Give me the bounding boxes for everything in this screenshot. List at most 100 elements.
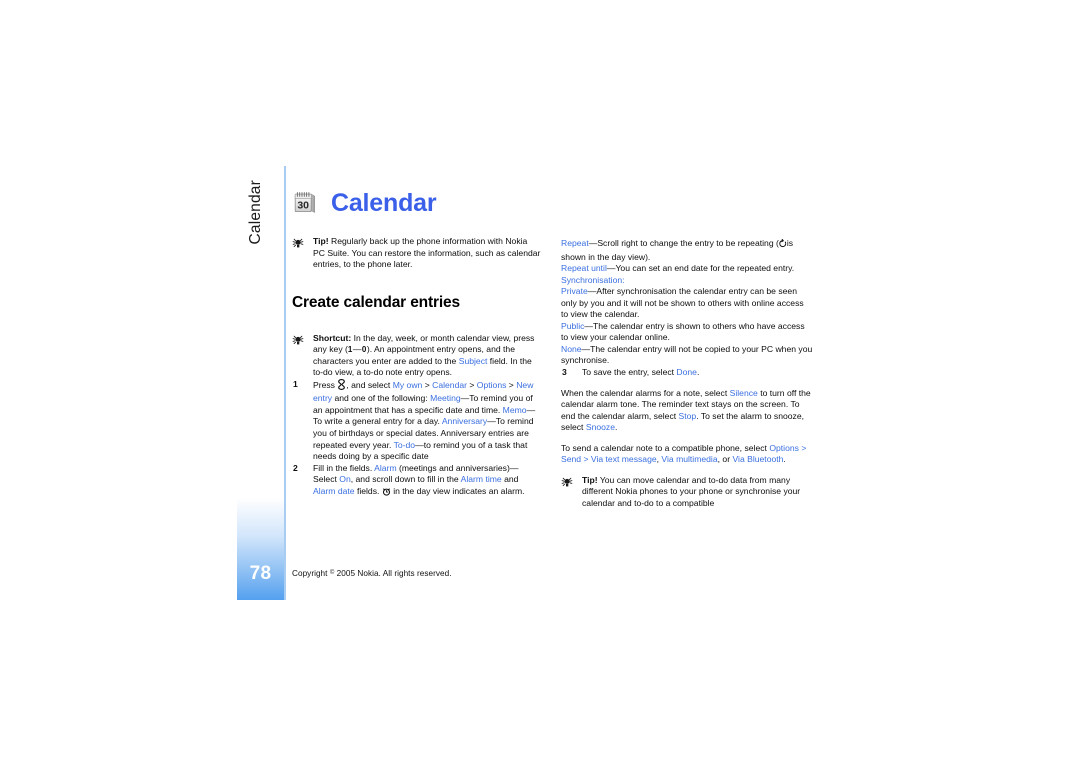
manual-page: Calendar 78 Copyright © 2005 Nokia. All … [0, 0, 1080, 763]
link-via-text-message[interactable]: Via text message [591, 454, 657, 464]
term-todo[interactable]: To-do [394, 440, 416, 450]
field-public: Public—The calendar entry is shown to ot… [561, 321, 813, 344]
step-3-part2: . [696, 367, 700, 378]
tip-text-bottom: You can move calendar and to-do data fro… [582, 474, 801, 508]
page-title-row: 30 Calendar [292, 188, 437, 217]
left-column: Tip! Regularly back up the phone informa… [292, 236, 541, 499]
tip-bulb-icon-bottom [561, 476, 574, 488]
nav-sep-2: > [466, 379, 477, 390]
page-title: Calendar [331, 188, 437, 217]
term-none[interactable]: None [561, 344, 582, 354]
link-my-own[interactable]: My own [393, 380, 423, 390]
step-1-tail: and one of the following: [332, 393, 428, 404]
link-send[interactable]: Send [561, 454, 581, 464]
term-memo[interactable]: Memo [503, 405, 527, 415]
column-divider-rule [284, 166, 286, 600]
link-snooze[interactable]: Snooze [586, 422, 615, 432]
step-1-after-key: , and select [346, 379, 393, 390]
alarm-behaviour-paragraph: When the calendar alarms for a note, sel… [561, 388, 813, 434]
link-stop[interactable]: Stop [679, 411, 697, 421]
alarm-after: , and scroll down to fill in the [350, 474, 461, 485]
dash-public: — [584, 320, 593, 331]
link-via-multimedia[interactable]: Via multimedia [661, 454, 717, 464]
term-repeat-until[interactable]: Repeat until [561, 263, 607, 273]
step-1-intro: Press [313, 379, 335, 390]
copyright-notice: Copyright © 2005 Nokia. All rights reser… [292, 569, 452, 578]
link-calendar[interactable]: Calendar [432, 380, 467, 390]
dash-memo: — [526, 404, 536, 415]
repeat-part1: Scroll right to change the entry to be r… [597, 238, 779, 248]
send-sep-2: > [581, 454, 591, 465]
alarm-para-part1: When the calendar alarms for a note, sel… [561, 387, 730, 398]
tip-block-bottom: Tip! You can move calendar and to-do dat… [561, 475, 813, 510]
step-2-text: Fill in the fields. [313, 462, 373, 473]
link-alarm-time[interactable]: Alarm time [461, 474, 502, 484]
nav-sep-3: > [506, 379, 517, 390]
desc-repeat-until: You can set an end date for the repeated… [615, 263, 795, 274]
heading-spacer [292, 271, 541, 333]
step-3-number: 3 [562, 367, 567, 378]
term-alarm[interactable]: Alarm [374, 463, 396, 473]
field-repeat-until: Repeat until—You can set an end date for… [561, 263, 813, 275]
shortcut-block: Shortcut: In the day, week, or month cal… [292, 333, 541, 379]
step-3-part1: To save the entry, select [582, 367, 677, 378]
alarm-clock-icon [382, 487, 391, 500]
dash-todo: — [415, 439, 424, 450]
colon-synchronisation: : [622, 274, 625, 285]
field-repeat: Repeat—Scroll right to change the entry … [561, 238, 813, 263]
send-sep-1: > [798, 442, 807, 453]
dash-anniversary: — [487, 416, 496, 427]
field-none: None—The calendar entry will not be copi… [561, 344, 813, 367]
desc-memo: To write a general entry for a day. [313, 416, 440, 427]
tip-label-top: Tip! [313, 236, 329, 246]
term-private[interactable]: Private [561, 286, 588, 296]
link-on[interactable]: On [339, 474, 350, 484]
desc-none: The calendar entry will not be copied to… [561, 343, 813, 366]
dash-none: — [581, 343, 591, 354]
alarm-tail-1: fields. [354, 485, 380, 496]
copyright-text: Copyright [292, 569, 328, 578]
tip-block-top: Tip! Regularly back up the phone informa… [292, 236, 541, 271]
link-via-bluetooth[interactable]: Via Bluetooth [732, 454, 783, 464]
calendar-icon: 30 [292, 190, 318, 216]
svg-text:30: 30 [297, 200, 309, 212]
desc-private: After synchronisation the calendar entry… [561, 286, 804, 320]
key-dash: — [352, 344, 362, 355]
chapter-tab-label: Calendar [247, 180, 264, 245]
step-1: 1 Press , and select My own > Calendar >… [292, 379, 541, 463]
term-meeting[interactable]: Meeting [430, 393, 461, 403]
field-synchronisation: Synchronisation: [561, 275, 813, 287]
page-number: 78 [249, 563, 272, 584]
alarm-and: and [501, 474, 519, 485]
step-1-number: 1 [293, 378, 298, 389]
repeat-circular-arrow-icon [779, 238, 787, 252]
link-subject[interactable]: Subject [459, 356, 488, 366]
link-alarm-date[interactable]: Alarm date [313, 486, 355, 496]
tip-bulb-icon [292, 237, 305, 249]
tip-label-bottom: Tip! [582, 474, 598, 485]
send-para-part1: To send a calendar note to a compatible … [561, 442, 770, 453]
shortcut-label: Shortcut: [313, 332, 352, 343]
chapter-tab: Calendar [233, 180, 279, 300]
term-repeat[interactable]: Repeat [561, 238, 589, 248]
right-column: Repeat — Scroll right to change the entry … [561, 238, 813, 509]
term-public[interactable]: Public [561, 321, 584, 331]
nokia-menu-key-icon [337, 378, 346, 394]
send-note-paragraph: To send a calendar note to a compatible … [561, 443, 813, 466]
alarm-para-part4: . [615, 422, 618, 433]
shortcut-bulb-icon [292, 334, 305, 346]
copyright-rest: 2005 Nokia. All rights reserved. [336, 569, 452, 578]
term-synchronisation[interactable]: Synchronisation [561, 275, 622, 285]
link-options[interactable]: Options [477, 380, 507, 390]
tip-text-top: Regularly back up the phone information … [313, 236, 541, 270]
dash-meeting: — [460, 393, 470, 404]
desc-public: The calendar entry is shown to others wh… [561, 320, 805, 343]
link-options-send[interactable]: Options [769, 443, 799, 453]
field-private: Private—After synchronisation the calend… [561, 286, 813, 321]
copyright-symbol: © [329, 570, 335, 576]
link-done[interactable]: Done [676, 367, 697, 377]
send-sep-4: , or [717, 454, 733, 465]
step-2: 2 Fill in the fields. Alarm (meetings an… [292, 463, 541, 500]
term-anniversary[interactable]: Anniversary [442, 416, 487, 426]
link-silence[interactable]: Silence [730, 388, 758, 398]
